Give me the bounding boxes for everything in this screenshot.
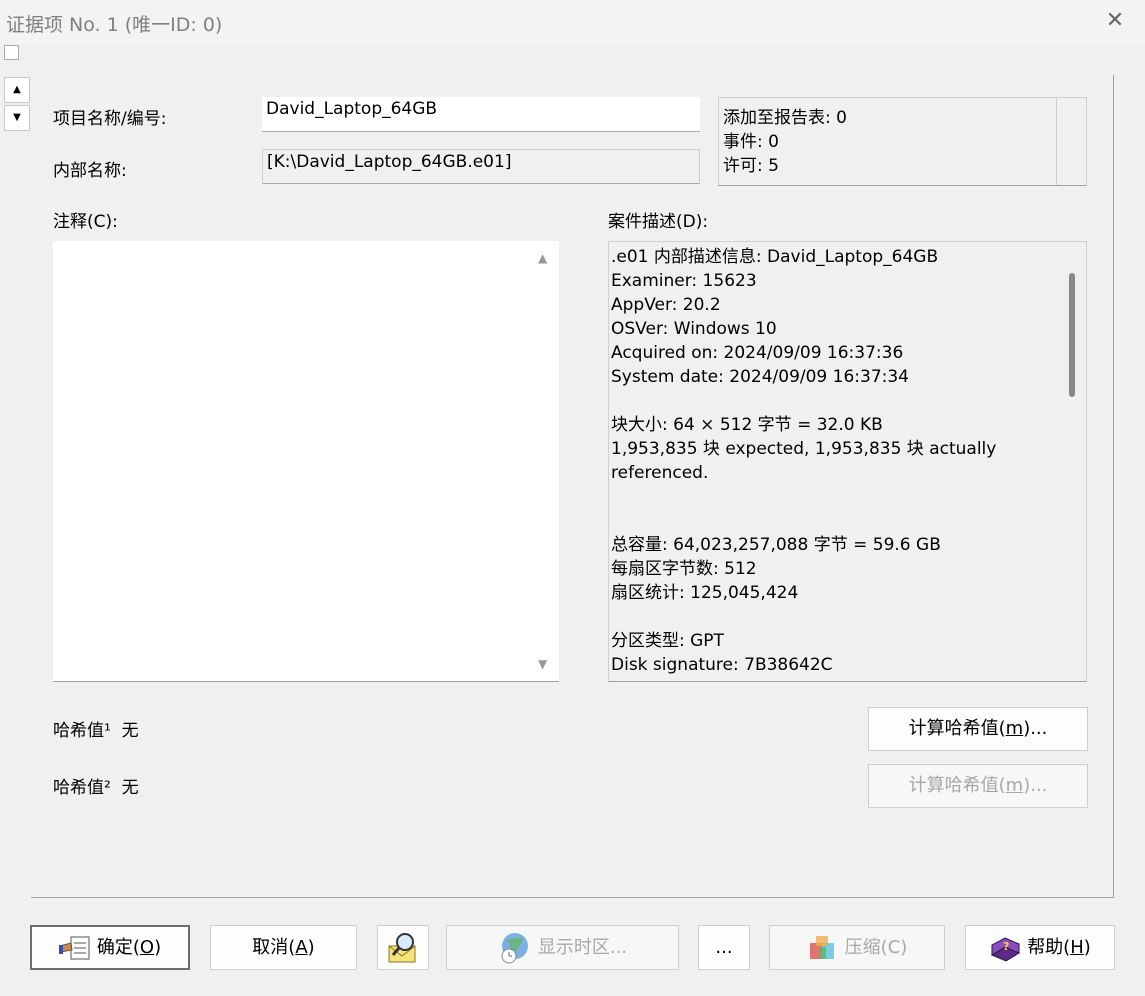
window-title: 证据项 No. 1 (唯一ID: 0) (6, 14, 223, 36)
description-line: Acquired on: 2024/09/09 16:37:36 (611, 343, 904, 363)
description-line: OSVer: Windows 10 (611, 319, 777, 339)
comment-label: 注释(C): (53, 212, 118, 232)
internal-name-field: [K:\David_Laptop_64GB.e01] (262, 149, 700, 184)
description-line: AppVer: 20.2 (611, 295, 721, 315)
magnifier-icon (388, 933, 416, 963)
internal-name-label: 内部名称: (53, 161, 127, 181)
help-button[interactable]: ? 帮助(H) (965, 925, 1115, 970)
description-line: referenced. (611, 463, 709, 483)
svg-text:?: ? (1003, 940, 1009, 953)
hand-form-icon (58, 936, 90, 960)
globe-clock-icon (501, 933, 528, 964)
close-icon[interactable]: ✕ (1102, 8, 1128, 34)
hash1-value: 无 (121, 721, 139, 741)
description-line: 分区类型: GPT (611, 631, 724, 651)
item-name-label: 项目名称/编号: (53, 109, 167, 129)
description-line: System date: 2024/09/09 16:37:34 (611, 367, 909, 387)
stats-box: 添加至报告表: 0 事件: 0 许可: 5 (718, 97, 1087, 186)
comment-textarea[interactable]: ▲ ▼ (53, 241, 559, 682)
case-description-box[interactable]: .e01 内部描述信息: David_Laptop_64GB Examiner: … (608, 241, 1087, 682)
more-button[interactable]: ... (698, 925, 750, 970)
description-line: 总容量: 64,023,257,088 字节 = 59.6 GB (611, 535, 941, 555)
cancel-button[interactable]: 取消(A) (210, 925, 357, 970)
search-button[interactable] (377, 925, 429, 970)
description-scrollbar-thumb[interactable] (1069, 273, 1075, 397)
description-line: Disk signature: 7B38642C (611, 655, 833, 675)
description-line: 每扇区字节数: 512 (611, 559, 757, 579)
description-line: 扇区统计: 125,045,424 (611, 583, 799, 603)
ok-button[interactable]: 确定(O) (30, 925, 190, 970)
description-line: Examiner: 15623 (611, 271, 757, 291)
description-line: 1,953,835 块 expected, 1,953,835 块 actual… (611, 439, 997, 459)
scroll-up-icon[interactable]: ▲ (538, 251, 547, 265)
spin-up-button[interactable]: ▲ (4, 77, 30, 103)
permission-value: 许可: 5 (723, 156, 779, 176)
show-timezone-button[interactable]: 显示时区... (446, 925, 679, 970)
compress-button[interactable]: 压缩(C) (769, 925, 945, 970)
case-description-label: 案件描述(D): (608, 212, 709, 232)
comment-scrollbar[interactable]: ▲ ▼ (531, 241, 559, 681)
scroll-down-icon[interactable]: ▼ (538, 657, 547, 671)
compute-hash-button[interactable]: 计算哈希值(m)... (868, 707, 1088, 751)
small-checkbox[interactable] (4, 45, 19, 60)
hash2-value: 无 (121, 778, 139, 798)
events-count: 事件: 0 (723, 132, 779, 152)
hash1-label: 哈希值¹ 无 (53, 721, 139, 741)
compute-hash2-button[interactable]: 计算哈希值(m)... (868, 764, 1088, 808)
description-line: 块大小: 64 × 512 字节 = 32.0 KB (611, 415, 883, 435)
archive-icon (809, 936, 834, 959)
spin-down-button[interactable]: ▼ (4, 105, 30, 131)
help-book-icon: ? (991, 937, 1021, 962)
item-name-input[interactable]: David_Laptop_64GB (262, 97, 700, 132)
description-line: .e01 内部描述信息: David_Laptop_64GB (611, 247, 939, 267)
hash2-label: 哈希值² 无 (53, 778, 139, 798)
added-to-report-count: 添加至报告表: 0 (723, 108, 847, 128)
